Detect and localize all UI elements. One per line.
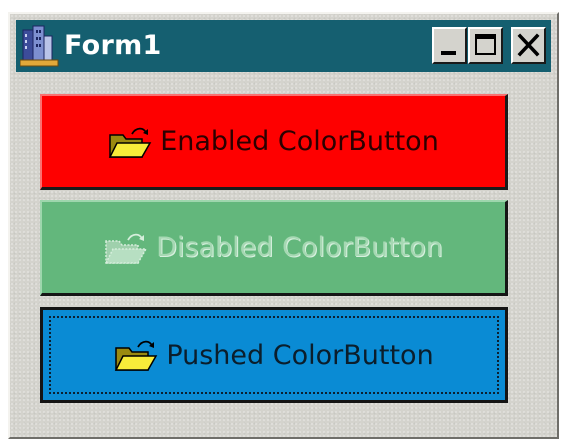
open-folder-icon: [104, 233, 148, 264]
form-app-icon[interactable]: [19, 24, 60, 68]
maximize-button[interactable]: [468, 27, 503, 64]
maximize-icon: [475, 34, 496, 55]
open-folder-icon: [108, 127, 152, 158]
open-folder-icon: [115, 340, 158, 371]
pushed-colorbutton-label: Pushed ColorButton: [166, 339, 434, 371]
disabled-colorbutton: Disabled ColorButton: [40, 200, 508, 296]
title-bar[interactable]: Form1: [16, 20, 551, 72]
disabled-colorbutton-label: Disabled ColorButton: [156, 232, 443, 263]
close-button[interactable]: [511, 27, 546, 64]
window-title: Form1: [64, 30, 162, 61]
enabled-colorbutton[interactable]: Enabled ColorButton: [40, 94, 508, 190]
minimize-button[interactable]: [432, 27, 467, 64]
close-icon: [517, 33, 540, 57]
enabled-colorbutton-label: Enabled ColorButton: [160, 126, 439, 157]
minimize-icon: [441, 51, 456, 55]
pushed-colorbutton[interactable]: Pushed ColorButton: [40, 307, 508, 403]
form1-window: Form1 Enabled ColorButton Disabled Color…: [8, 12, 559, 439]
